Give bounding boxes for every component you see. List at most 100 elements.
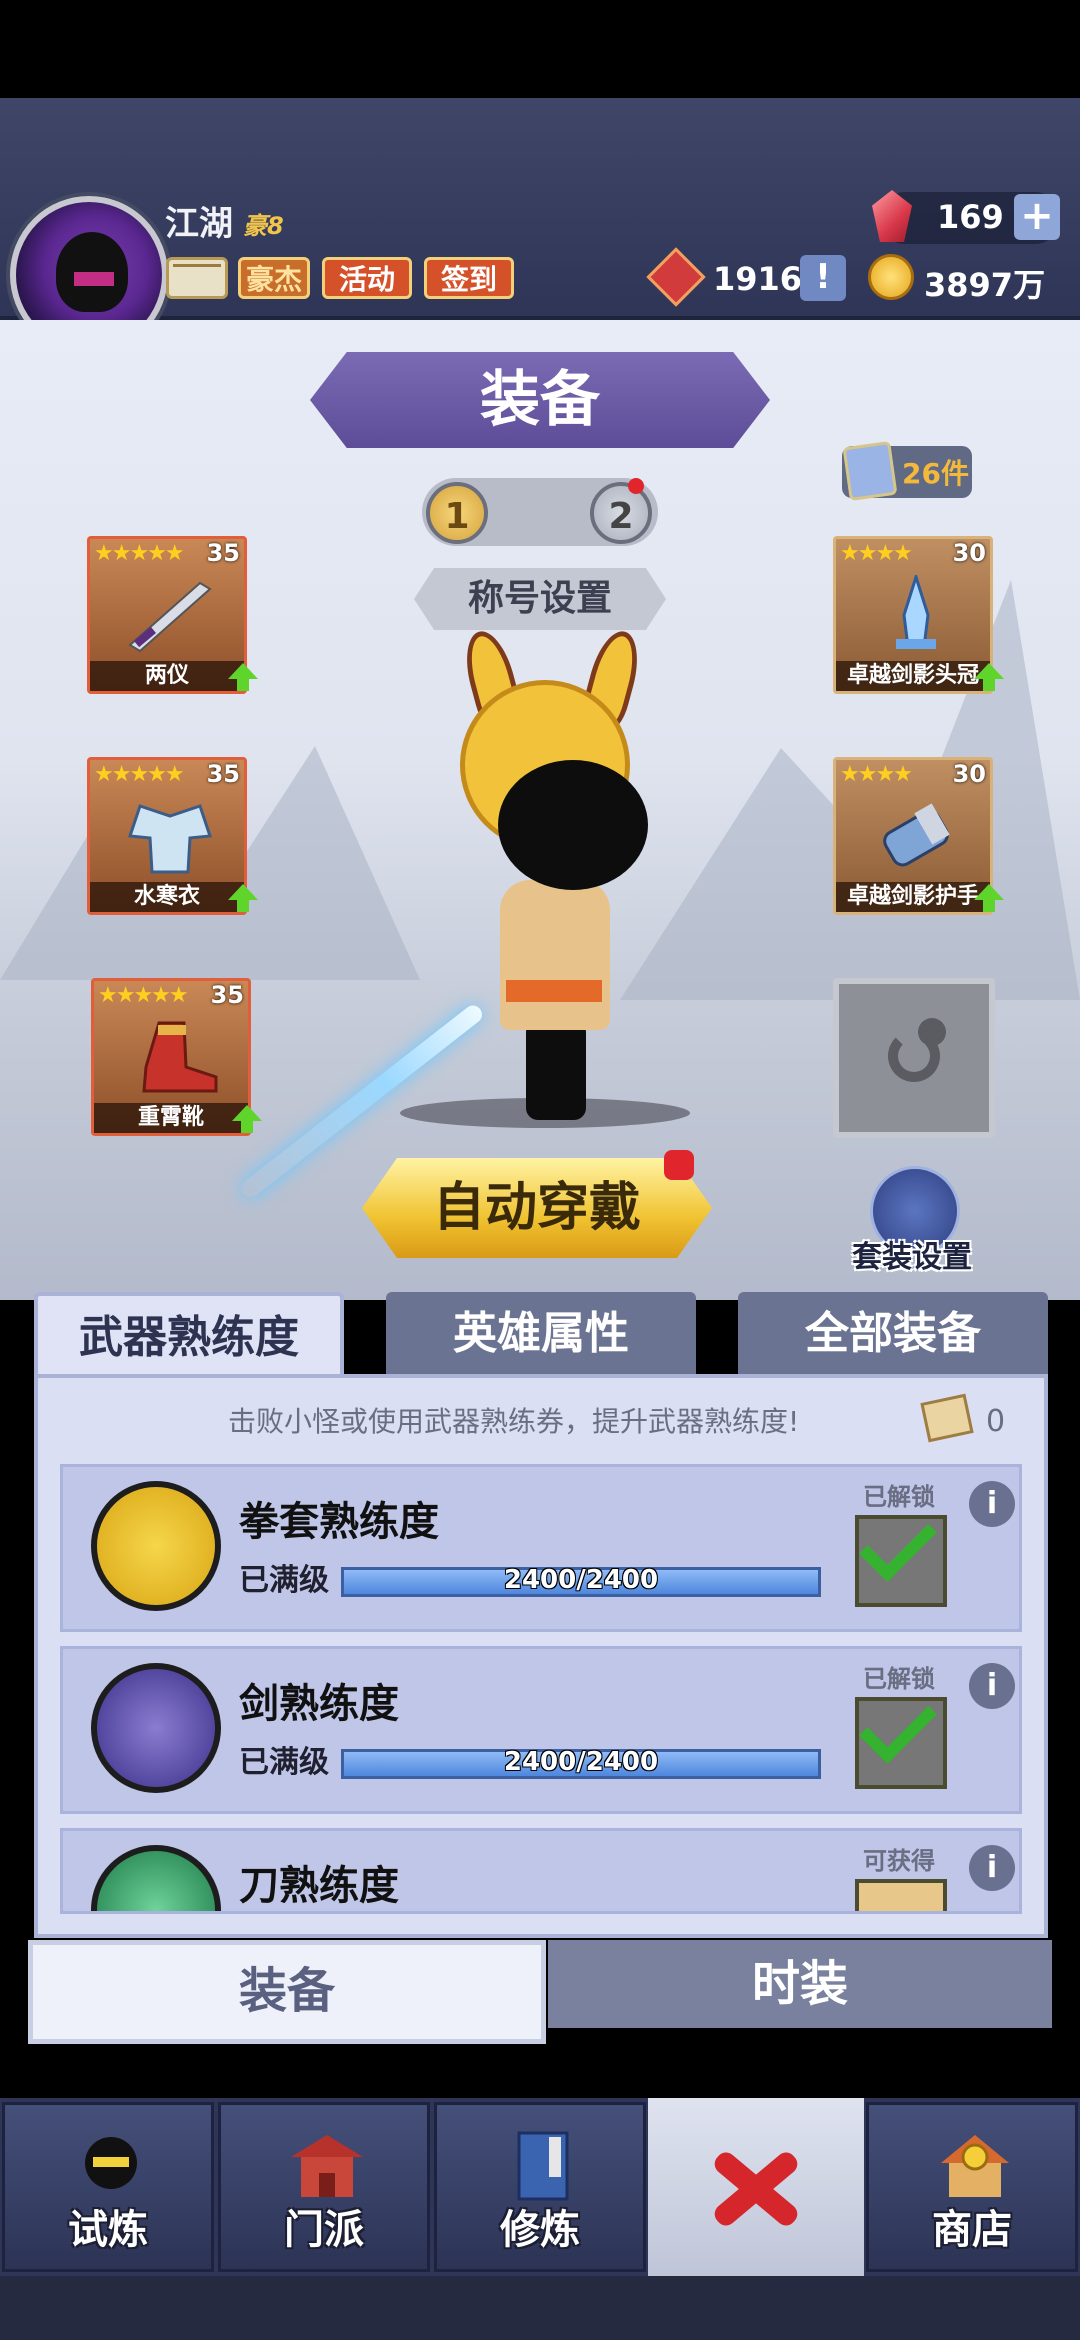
mastery-title: 刀熟练度 <box>239 1863 399 1909</box>
nav-label: 修炼 <box>500 2207 580 2253</box>
slot-helmet[interactable]: ★★★★ 30 卓越剑影头冠 <box>833 536 1004 694</box>
hero-face <box>498 760 648 890</box>
tab-weapon-mastery[interactable]: 武器熟练度 <box>34 1292 344 1382</box>
ninja-icon <box>85 2137 137 2189</box>
hero-button[interactable]: 豪杰 <box>238 257 310 299</box>
loadout-switcher: 1 2 <box>422 478 658 546</box>
mastery-title: 剑熟练度 <box>239 1681 399 1727</box>
slot-armor[interactable]: ★★★★★ 35 水寒衣 <box>87 757 258 915</box>
info-icon[interactable]: i <box>969 1663 1015 1709</box>
slot-name: 两仪 <box>90 661 244 691</box>
nav-trial[interactable]: 试炼 <box>2 2102 214 2272</box>
title-setting-button[interactable]: 称号设置 <box>414 568 666 630</box>
gauntlet-item-icon <box>883 803 950 867</box>
hero-legs <box>526 1020 586 1120</box>
nav-label: 商店 <box>932 2207 1012 2253</box>
sword-item-icon <box>128 581 212 653</box>
coin-icon <box>868 254 914 300</box>
nav-cultivate[interactable]: 修炼 <box>434 2102 646 2272</box>
suit-setting-label[interactable]: 套装设置 <box>852 1232 972 1276</box>
honor-count: 1916 <box>713 260 803 298</box>
slot-weapon[interactable]: ★★★★★ 35 两仪 <box>87 536 258 694</box>
shop-icon <box>941 2135 1009 2197</box>
ticket-count: 0 <box>986 1404 1006 1439</box>
signin-button[interactable]: 签到 <box>424 257 514 299</box>
system-nav-area <box>0 2276 1080 2340</box>
mastery-level: 已满级 <box>239 1563 329 1598</box>
blade-icon <box>91 1845 221 1911</box>
page-title: 装备 <box>310 352 770 448</box>
mastery-card: 拳套熟练度 已满级 2400/2400 已解锁 i <box>60 1464 1022 1632</box>
slot-name: 卓越剑影护手 <box>836 882 990 912</box>
info-icon[interactable]: i <box>969 1481 1015 1527</box>
armor-item-icon <box>127 804 213 874</box>
coin-count: 3897万 <box>924 266 1046 304</box>
mastery-title: 拳套熟练度 <box>239 1499 439 1545</box>
nav-sect[interactable]: 门派 <box>218 2102 430 2272</box>
mastery-progress-text: 2400/2400 <box>503 1747 659 1777</box>
loadout-tab-1[interactable]: 1 <box>426 482 488 544</box>
book-icon <box>517 2131 569 2201</box>
activity-button[interactable]: 活动 <box>322 257 412 299</box>
mastery-card: 剑熟练度 已满级 2400/2400 已解锁 i <box>60 1646 1022 1814</box>
mastery-card: 刀熟练度 可获得 i <box>60 1828 1022 1914</box>
bag-count: 26件 <box>902 457 969 490</box>
tab-equipment[interactable]: 装备 <box>28 1940 546 2044</box>
temple-icon <box>291 2135 363 2197</box>
slot-level: 35 <box>210 981 244 1009</box>
bag-icon <box>842 440 898 502</box>
upgrade-arrow-icon <box>232 1105 262 1135</box>
loadout-tab-2[interactable]: 2 <box>590 482 652 544</box>
notification-dot <box>628 478 644 494</box>
unlock-status: 已解锁 <box>863 1665 935 1693</box>
slot-boots[interactable]: ★★★★★ 35 重霄靴 <box>91 978 262 1136</box>
unlock-status: 可获得 <box>863 1847 935 1875</box>
weapon-icon <box>855 1879 947 1911</box>
tab-hero-attributes[interactable]: 英雄属性 <box>386 1292 696 1376</box>
mastery-hint: 击败小怪或使用武器熟练券，提升武器熟练度! <box>228 1405 800 1438</box>
gem-count: 169 <box>937 198 1004 236</box>
mastery-level: 已满级 <box>239 1745 329 1780</box>
upgrade-arrow-icon <box>974 884 1004 914</box>
add-gem-button[interactable]: + <box>1014 194 1060 240</box>
avatar-mask <box>74 272 114 286</box>
status-bar <box>0 0 1080 98</box>
notification-dot <box>664 1150 694 1180</box>
mail-icon[interactable] <box>166 257 228 299</box>
slot-level: 35 <box>206 760 240 788</box>
slot-level: 35 <box>206 539 240 567</box>
hero-body <box>500 880 610 1030</box>
upgrade-arrow-icon <box>974 663 1004 693</box>
slot-stars: ★★★★★ <box>98 983 189 1008</box>
slot-stars: ★★★★★ <box>94 541 185 566</box>
slot-stars: ★★★★ <box>840 762 913 787</box>
slot-name: 卓越剑影头冠 <box>836 661 990 691</box>
nav-label: 门派 <box>284 2207 364 2253</box>
fist-icon <box>91 1481 221 1611</box>
auto-equip-button[interactable]: 自动穿戴 <box>362 1158 712 1258</box>
boots-item-icon <box>142 1021 218 1093</box>
nav-label: 试炼 <box>68 2207 148 2253</box>
slot-stars: ★★★★ <box>840 541 913 566</box>
upgrade-arrow-icon <box>228 884 258 914</box>
hero-belt <box>506 980 602 1002</box>
tab-fashion[interactable]: 时装 <box>548 1940 1052 2028</box>
tab-all-equipment[interactable]: 全部装备 <box>738 1292 1048 1376</box>
player-name: 江湖 <box>165 204 233 244</box>
upgrade-arrow-icon <box>228 663 258 693</box>
mastery-progress-text: 2400/2400 <box>503 1565 659 1595</box>
slot-level: 30 <box>952 539 986 567</box>
slot-gloves[interactable]: ★★★★ 30 卓越剑影护手 <box>833 757 1004 915</box>
honor-info-button[interactable]: ! <box>800 255 846 301</box>
nav-shop[interactable]: 商店 <box>866 2102 1078 2272</box>
sword-icon <box>91 1663 221 1793</box>
slot-level: 30 <box>952 760 986 788</box>
slot-name: 水寒衣 <box>90 882 244 912</box>
slot-name: 重霄靴 <box>94 1103 248 1133</box>
slot-stars: ★★★★★ <box>94 762 185 787</box>
vip-badge: 豪8 <box>243 212 284 240</box>
info-icon[interactable]: i <box>969 1845 1015 1891</box>
crown-item-icon <box>896 575 936 649</box>
empty-slot-dot <box>918 1018 946 1046</box>
unlock-status: 已解锁 <box>863 1483 935 1511</box>
